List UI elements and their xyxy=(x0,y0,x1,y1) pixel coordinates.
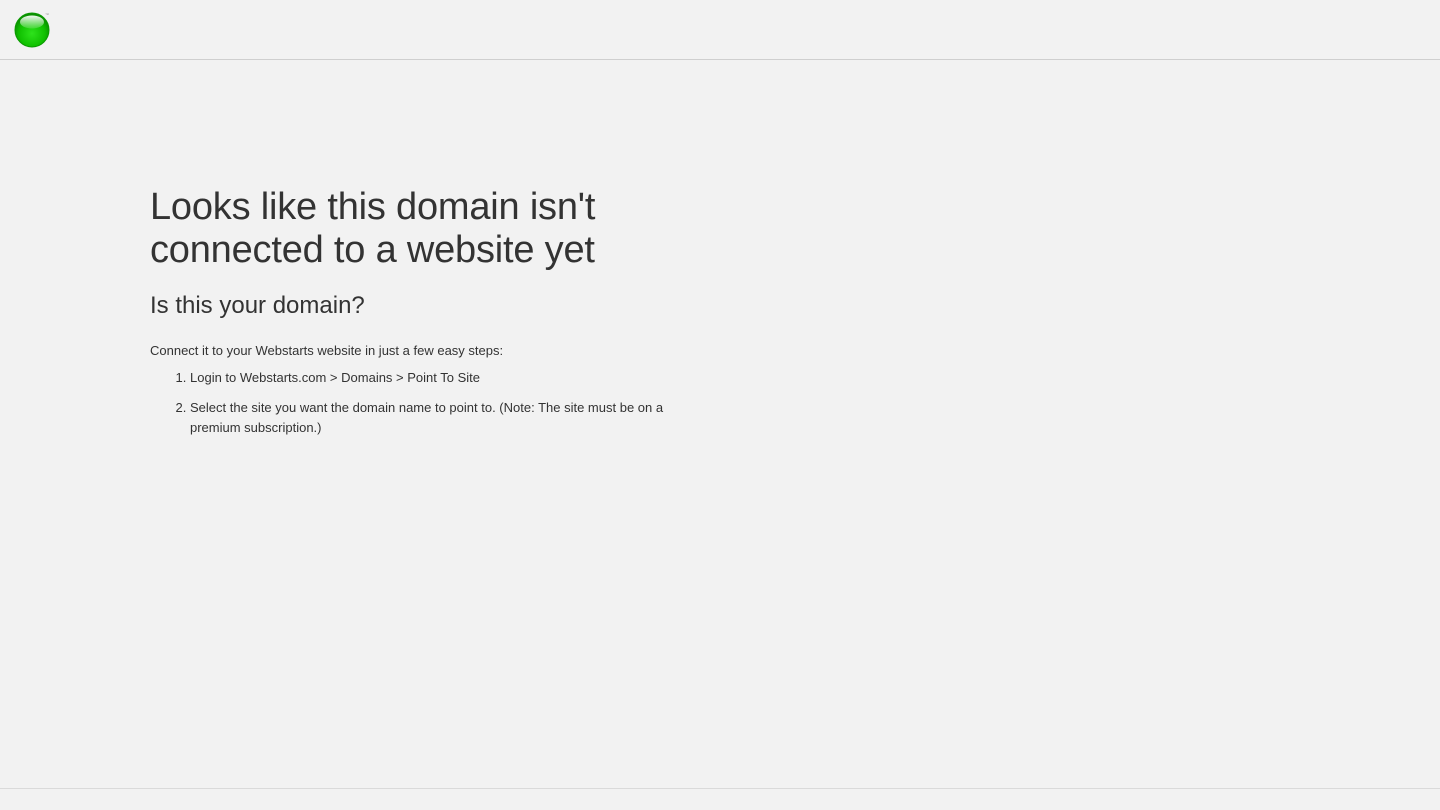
page-subtitle: Is this your domain? xyxy=(150,292,365,319)
step-item: Login to Webstarts.com > Domains > Point… xyxy=(190,368,710,388)
header-bar: ™ xyxy=(0,0,1440,60)
footer-bar xyxy=(0,788,1440,810)
logo-icon[interactable]: ™ xyxy=(14,12,50,48)
page-title: Looks like this domain isn't connected t… xyxy=(150,186,596,271)
step-item: Select the site you want the domain name… xyxy=(190,398,710,438)
steps-list: Login to Webstarts.com > Domains > Point… xyxy=(150,368,710,438)
svg-text:™: ™ xyxy=(45,12,49,17)
main-content: Looks like this domain isn't connected t… xyxy=(150,186,710,448)
intro-text: Connect it to your Webstarts website in … xyxy=(150,343,504,358)
